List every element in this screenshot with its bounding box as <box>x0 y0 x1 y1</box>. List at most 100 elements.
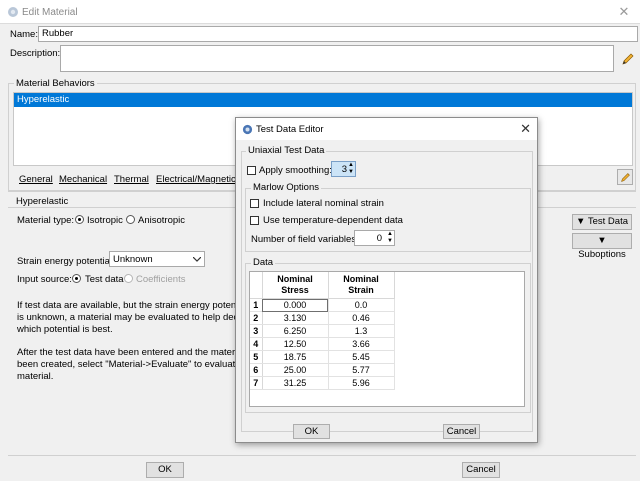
description-label: Description: <box>10 48 61 59</box>
dialog-title-bar: Test Data Editor ✕ <box>236 118 537 140</box>
dialog-ok-button[interactable]: OK <box>293 424 330 439</box>
stress-cell[interactable]: 31.25 <box>262 376 329 390</box>
test-data-button[interactable]: ▼ Test Data <box>572 214 632 230</box>
stress-cell[interactable]: 25.00 <box>262 363 329 377</box>
stress-cell[interactable]: 6.250 <box>262 324 329 338</box>
input-source-label: Input source: <box>17 274 72 285</box>
test-data-radio[interactable] <box>72 274 81 283</box>
row-number: 2 <box>250 311 263 325</box>
suboptions-button[interactable]: ▼ Suboptions <box>572 233 632 260</box>
column-header-stress: Nominal Stress <box>262 272 329 299</box>
app-icon <box>8 7 18 17</box>
edit-behavior-button[interactable] <box>617 169 633 185</box>
window-title: Edit Material <box>22 7 78 18</box>
coefficients-label: Coefficients <box>136 274 186 285</box>
description-input[interactable] <box>60 45 614 72</box>
data-table: Nominal Stress Nominal Strain 1 0.000 0.… <box>250 272 395 390</box>
stress-cell[interactable]: 0.000 <box>262 298 329 312</box>
marlow-title: Marlow Options <box>251 182 321 193</box>
spinner-arrows-icon: ▲ ▼ <box>387 231 393 244</box>
window-title-bar: Edit Material ✕ <box>0 0 640 24</box>
strain-energy-label: Strain energy potential: <box>17 256 115 267</box>
data-title: Data <box>251 257 276 268</box>
name-label: Name: <box>10 29 38 40</box>
strain-cell[interactable]: 5.96 <box>328 376 395 390</box>
include-lateral-label: Include lateral nominal strain <box>263 198 384 209</box>
coefficients-radio[interactable] <box>124 274 133 283</box>
help-line: material. <box>17 371 54 382</box>
close-icon[interactable]: ✕ <box>520 121 531 137</box>
menu-mechanical[interactable]: Mechanical <box>59 174 107 185</box>
spinner-arrows-icon: ▲ ▼ <box>348 162 354 175</box>
dialog-title: Test Data Editor <box>256 124 324 135</box>
name-input[interactable]: Rubber <box>38 26 638 42</box>
field-vars-spinner[interactable]: 0 ▲ ▼ <box>354 230 395 246</box>
smoothing-spinner[interactable]: 3 ▲ ▼ <box>331 161 356 177</box>
material-behaviors-title: Material Behaviors <box>14 78 97 89</box>
dialog-cancel-button[interactable]: Cancel <box>443 424 480 439</box>
table-row: 1 0.000 0.0 <box>250 298 395 312</box>
menu-thermal[interactable]: Thermal <box>114 174 149 185</box>
table-row: 7 31.25 5.96 <box>250 376 395 390</box>
anisotropic-radio[interactable] <box>126 215 135 224</box>
stress-cell[interactable]: 3.130 <box>262 311 329 325</box>
caret-down-icon: ▼ <box>597 235 607 246</box>
help-text-1: If test data are available, but the stra… <box>17 300 235 336</box>
help-line: been created, select "Material->Evaluate… <box>17 359 235 370</box>
strain-cell[interactable]: 3.66 <box>328 337 395 351</box>
row-number: 6 <box>250 363 263 377</box>
help-line: If test data are available, but the stra… <box>17 300 235 311</box>
isotropic-label: Isotropic <box>87 215 123 226</box>
strain-cell[interactable]: 1.3 <box>328 324 395 338</box>
row-number-header <box>250 272 263 299</box>
apply-smoothing-label: Apply smoothing: <box>259 165 332 176</box>
strain-cell[interactable]: 0.46 <box>328 311 395 325</box>
menu-electrical-magnetic[interactable]: Electrical/Magnetic <box>156 174 236 185</box>
pencil-icon <box>621 173 630 182</box>
anisotropic-label: Anisotropic <box>138 215 185 226</box>
close-icon[interactable]: ✕ <box>616 4 632 20</box>
stress-cell[interactable]: 12.50 <box>262 337 329 351</box>
cancel-button[interactable]: Cancel <box>462 462 500 478</box>
row-number: 5 <box>250 350 263 364</box>
app-icon <box>242 124 253 135</box>
help-text-2: After the test data have been entered an… <box>17 347 235 383</box>
test-data-button-label: Test Data <box>587 216 628 227</box>
data-table-area: Nominal Stress Nominal Strain 1 0.000 0.… <box>249 271 525 407</box>
strain-energy-value: Unknown <box>113 254 153 265</box>
strain-energy-select[interactable]: Unknown <box>109 251 205 267</box>
strain-cell[interactable]: 0.0 <box>328 298 395 312</box>
use-temperature-label: Use temperature-dependent data <box>263 215 403 226</box>
stress-cell[interactable]: 18.75 <box>262 350 329 364</box>
bottom-divider <box>8 455 636 456</box>
help-line: is unknown, a material may be evaluated … <box>17 312 235 323</box>
help-line: After the test data have been entered an… <box>17 347 235 358</box>
row-number: 7 <box>250 376 263 390</box>
use-temperature-checkbox[interactable] <box>250 216 259 225</box>
table-row: 3 6.250 1.3 <box>250 324 395 338</box>
strain-cell[interactable]: 5.77 <box>328 363 395 377</box>
menu-general[interactable]: General <box>19 174 53 185</box>
chevron-down-icon <box>193 257 201 262</box>
isotropic-radio[interactable] <box>75 215 84 224</box>
column-header-strain: Nominal Strain <box>328 272 395 299</box>
include-lateral-checkbox[interactable] <box>250 199 259 208</box>
table-row: 4 12.50 3.66 <box>250 337 395 351</box>
table-row: 2 3.130 0.46 <box>250 311 395 325</box>
behavior-item-hyperelastic[interactable]: Hyperelastic <box>14 93 632 107</box>
pencil-icon[interactable] <box>621 52 635 66</box>
material-type-label: Material type: <box>17 215 75 226</box>
table-row: 6 25.00 5.77 <box>250 363 395 377</box>
section-title: Hyperelastic <box>16 196 69 207</box>
uniaxial-title: Uniaxial Test Data <box>246 145 327 156</box>
help-line: which potential is best. <box>17 324 113 335</box>
apply-smoothing-checkbox[interactable] <box>247 166 256 175</box>
caret-down-icon: ▼ <box>575 216 586 227</box>
row-number: 1 <box>250 298 263 312</box>
ok-button[interactable]: OK <box>146 462 184 478</box>
field-vars-value: 0 <box>376 233 382 244</box>
smoothing-value: 3 <box>341 164 347 175</box>
test-data-editor-dialog: Test Data Editor ✕ Uniaxial Test Data Ap… <box>235 117 538 443</box>
strain-cell[interactable]: 5.45 <box>328 350 395 364</box>
row-number: 4 <box>250 337 263 351</box>
